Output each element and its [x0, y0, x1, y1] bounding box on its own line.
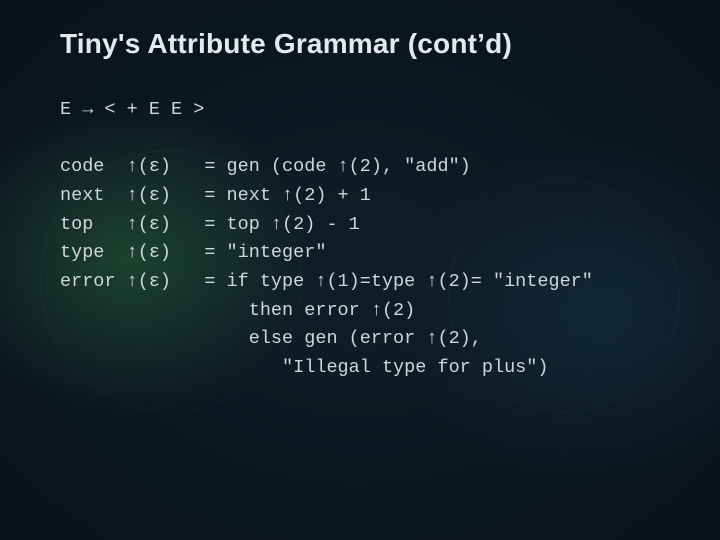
grammar-content: E → < + E E > code ↑(ε) = gen (code ↑(2)… — [60, 96, 676, 383]
slide-title: Tiny's Attribute Grammar (cont’d) — [60, 28, 676, 60]
slide: Tiny's Attribute Grammar (cont’d) E → < … — [0, 0, 720, 540]
